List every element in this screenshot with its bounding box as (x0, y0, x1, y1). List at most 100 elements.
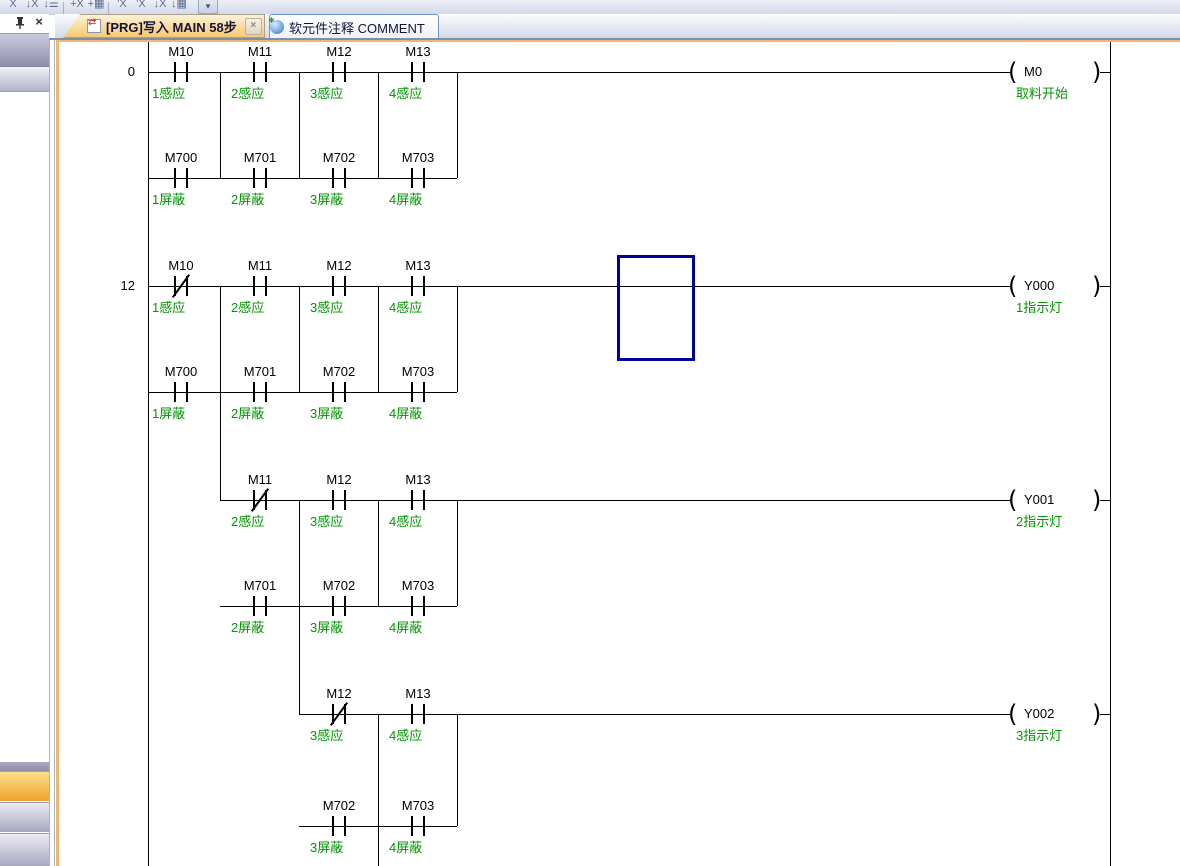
docked-panel: × (0, 14, 49, 866)
coil-comment: 3指示灯 (1016, 725, 1062, 744)
device-label: M12 (307, 472, 371, 487)
pin-icon[interactable] (14, 16, 26, 30)
contact-no[interactable] (170, 382, 194, 402)
contact-no[interactable] (407, 490, 431, 510)
device-comment: 4感应 (389, 725, 422, 744)
contact-no[interactable] (407, 382, 431, 402)
wire (148, 72, 1010, 73)
panel-button[interactable] (0, 67, 49, 92)
panel-divider (54, 38, 55, 866)
device-label: M12 (307, 258, 371, 273)
toolbar-icon[interactable]: ↓▦ (170, 0, 188, 12)
wire (378, 500, 379, 606)
contact-no[interactable] (407, 704, 431, 724)
tab-close-button[interactable]: × (245, 18, 262, 35)
device-comment: 4感应 (389, 297, 422, 316)
wire (299, 72, 300, 178)
wire (1100, 286, 1110, 287)
toolbar-icon[interactable]: ↓X (151, 0, 169, 12)
contact-no[interactable] (328, 382, 352, 402)
device-comment: 3感应 (310, 83, 343, 102)
step-number: 12 (99, 278, 135, 293)
toolbar-icon[interactable]: 'X (132, 0, 150, 12)
contact-nc[interactable] (170, 276, 194, 296)
contact-no[interactable] (407, 168, 431, 188)
toolbar-separator (63, 2, 64, 14)
device-label: M13 (386, 472, 450, 487)
device-label: M703 (386, 364, 450, 379)
toolbar-icon[interactable]: 'X (113, 0, 131, 12)
contact-no[interactable] (249, 168, 273, 188)
contact-no[interactable] (170, 168, 194, 188)
device-comment: 4感应 (389, 83, 422, 102)
contact-no[interactable] (328, 168, 352, 188)
wire (299, 500, 300, 714)
device-comment: 3感应 (310, 511, 343, 530)
left-power-rail (148, 42, 149, 866)
contact-no[interactable] (328, 596, 352, 616)
device-comment: 3感应 (310, 725, 343, 744)
toolbar-icon[interactable]: +X (68, 0, 86, 12)
coil-device: M0 (1024, 64, 1042, 79)
panel-divider (49, 38, 50, 866)
contact-no[interactable] (407, 596, 431, 616)
panel-button-active[interactable] (0, 771, 49, 801)
contact-no[interactable] (249, 382, 273, 402)
device-comment: 1屏蔽 (152, 189, 185, 208)
ladder-editor[interactable] (59, 42, 1180, 866)
device-label: M701 (228, 578, 292, 593)
device-comment-icon (270, 20, 284, 34)
contact-no[interactable] (328, 276, 352, 296)
contact-no[interactable] (328, 62, 352, 82)
panel-button[interactable] (0, 833, 49, 866)
toolbar-overflow-button[interactable]: ▾ (198, 0, 218, 14)
close-icon[interactable]: × (32, 14, 46, 30)
tab-prg-main[interactable]: [PRG]写入 MAIN 58步 × (63, 14, 265, 38)
device-comment: 3屏蔽 (310, 837, 343, 856)
panel-button[interactable] (0, 33, 49, 67)
coil-open-paren (1008, 486, 1017, 514)
step-number: 0 (99, 64, 135, 79)
tab-device-comment[interactable]: 软元件注释 COMMENT (269, 14, 439, 39)
contact-no[interactable] (328, 816, 352, 836)
tab-label: [PRG]写入 MAIN 58步 (106, 17, 237, 36)
wire (220, 286, 221, 500)
panel-button[interactable] (0, 802, 49, 832)
wire (299, 286, 300, 392)
device-label: M701 (228, 364, 292, 379)
coil-device: Y002 (1024, 706, 1054, 721)
device-label: M700 (149, 150, 213, 165)
contact-no[interactable] (407, 62, 431, 82)
device-comment: 1感应 (152, 83, 185, 102)
toolbar-icon[interactable]: +▦ (87, 0, 105, 12)
wire (220, 72, 221, 178)
coil-close-paren (1092, 486, 1101, 514)
device-comment: 2感应 (231, 297, 264, 316)
device-label: M12 (307, 686, 371, 701)
coil-open-paren (1008, 58, 1017, 86)
coil-close-paren (1092, 700, 1101, 728)
coil-comment: 1指示灯 (1016, 297, 1062, 316)
contact-no[interactable] (407, 816, 431, 836)
contact-nc[interactable] (249, 490, 273, 510)
device-comment: 3屏蔽 (310, 189, 343, 208)
wire (299, 714, 1010, 715)
contact-no[interactable] (249, 276, 273, 296)
toolbar-icon[interactable]: X (4, 0, 22, 12)
contact-no[interactable] (249, 596, 273, 616)
toolbar-icon[interactable]: ↓☰ (42, 0, 60, 12)
device-comment: 2屏蔽 (231, 403, 264, 422)
contact-nc[interactable] (328, 704, 352, 724)
device-label: M702 (307, 798, 371, 813)
contact-no[interactable] (170, 62, 194, 82)
wire (378, 714, 379, 866)
wire (148, 286, 1010, 287)
toolbar-icon[interactable]: ↓X (23, 0, 41, 12)
contact-no[interactable] (249, 62, 273, 82)
toolbar-separator (108, 2, 109, 14)
device-label: M13 (386, 686, 450, 701)
edit-cursor[interactable] (617, 255, 695, 361)
contact-no[interactable] (407, 276, 431, 296)
contact-no[interactable] (328, 490, 352, 510)
panel-splitter[interactable] (0, 762, 49, 771)
